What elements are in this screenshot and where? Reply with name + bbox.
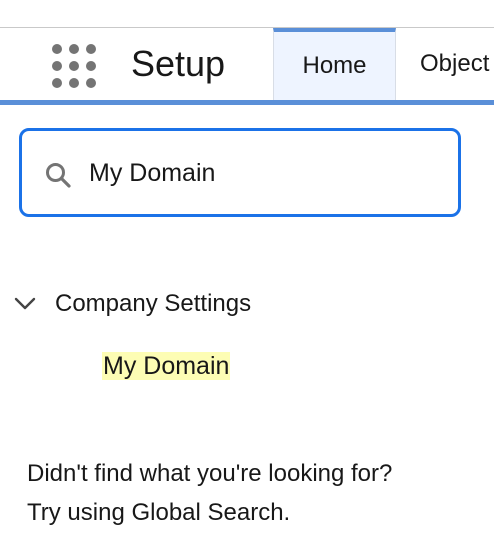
launcher-dot (69, 78, 79, 88)
help-text-line: Try using Global Search. (27, 499, 291, 526)
app-launcher-grid-icon[interactable] (50, 42, 98, 90)
global-header: Setup Home Object (0, 28, 494, 100)
launcher-dot (86, 44, 96, 54)
chevron-down-icon[interactable] (12, 291, 38, 317)
launcher-dot (86, 61, 96, 71)
result-item-my-domain[interactable]: My Domain (102, 348, 231, 384)
browser-top-strip (0, 0, 494, 28)
launcher-dot (52, 78, 62, 88)
launcher-dot (52, 61, 62, 71)
launcher-dot (86, 78, 96, 88)
no-results-help: Didn't find what you're looking for? Try… (27, 454, 487, 532)
launcher-dot (69, 61, 79, 71)
app-title: Setup (131, 43, 226, 84)
launcher-dot (52, 44, 62, 54)
tab-object-manager[interactable]: Object (420, 28, 494, 100)
result-item-label[interactable]: My Domain (102, 352, 231, 380)
result-group-label: Company Settings (55, 290, 252, 317)
result-group-company-settings[interactable]: Company Settings (12, 284, 251, 324)
quick-find-input[interactable] (89, 153, 429, 193)
quick-find-box[interactable] (19, 128, 461, 217)
help-text-line: Didn't find what you're looking for? (27, 460, 393, 487)
header-accent-bar (0, 100, 494, 105)
tab-home[interactable]: Home (273, 28, 396, 100)
search-icon (46, 163, 71, 188)
launcher-dot (69, 44, 79, 54)
